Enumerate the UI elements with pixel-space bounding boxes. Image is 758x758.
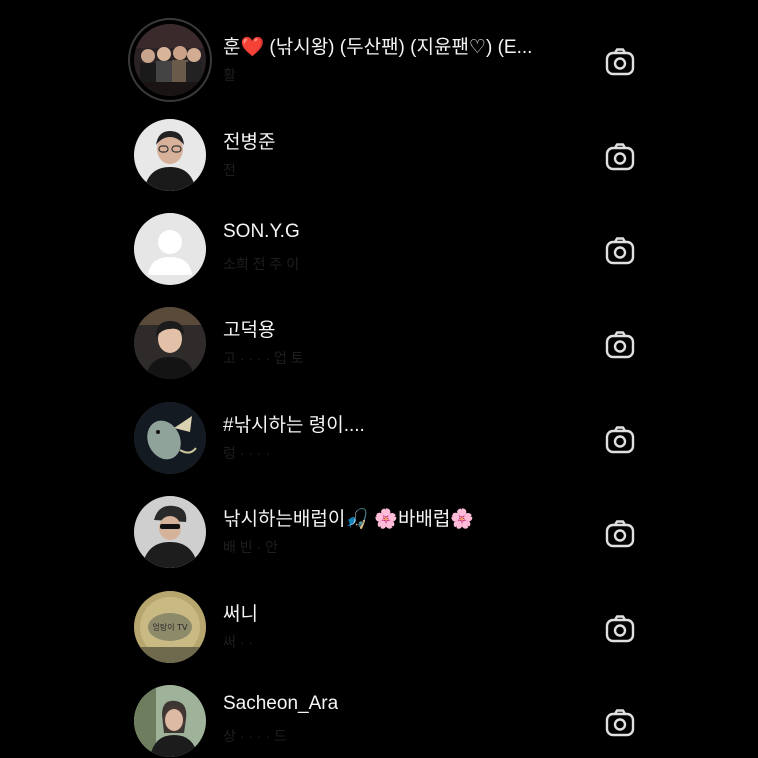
avatar[interactable] bbox=[134, 496, 206, 568]
account-subtitle: 써 · · bbox=[223, 634, 253, 650]
account-subtitle: 전 bbox=[223, 162, 236, 178]
list-item[interactable]: 전병준 전 bbox=[0, 113, 758, 207]
camera-icon[interactable] bbox=[604, 141, 636, 173]
list-item[interactable]: Sacheon_Ara 상 · · · · 드 bbox=[0, 679, 758, 758]
account-subtitle: 렁 · · · · bbox=[223, 445, 271, 461]
account-name: 써니 bbox=[223, 604, 258, 625]
list-item[interactable]: 낚시하는배럽이🎣 🌸바배럽🌸 배 빈 · 안 bbox=[0, 490, 758, 584]
account-name: 훈❤️ (낚시왕) (두산팬) (지윤팬♡) (E... bbox=[223, 37, 533, 58]
avatar[interactable] bbox=[134, 119, 206, 191]
list-item[interactable]: 훈❤️ (낚시왕) (두산팬) (지윤팬♡) (E... 활 bbox=[0, 18, 758, 112]
account-subtitle: 상 · · · · 드 bbox=[223, 728, 287, 744]
account-name: 고덕용 bbox=[223, 320, 276, 341]
account-name: 전병준 bbox=[223, 132, 276, 153]
account-list: 훈❤️ (낚시왕) (두산팬) (지윤팬♡) (E... 활 전병준 전 SON… bbox=[0, 0, 758, 758]
avatar[interactable] bbox=[134, 307, 206, 379]
camera-icon[interactable] bbox=[604, 235, 636, 267]
list-item[interactable]: SON.Y.G 소희 전 주 이 bbox=[0, 207, 758, 301]
camera-icon[interactable] bbox=[604, 46, 636, 78]
list-item[interactable]: 고덕용 고 · · · · 업 토 bbox=[0, 301, 758, 395]
account-name: 낚시하는배럽이🎣 🌸바배럽🌸 bbox=[223, 509, 475, 530]
account-subtitle: 활 bbox=[223, 67, 236, 83]
avatar[interactable]: 엉탕이 TV bbox=[134, 591, 206, 663]
list-item[interactable]: #낚시하는 령이.... 렁 · · · · bbox=[0, 396, 758, 490]
avatar[interactable] bbox=[134, 402, 206, 474]
avatar bbox=[134, 24, 206, 96]
avatar[interactable] bbox=[134, 685, 206, 757]
account-name: Sacheon_Ara bbox=[223, 693, 339, 714]
account-subtitle: 고 · · · · 업 토 bbox=[223, 350, 304, 366]
avatar-story-ring[interactable] bbox=[128, 18, 212, 102]
avatar-badge-text: 엉탕이 TV bbox=[153, 622, 189, 632]
list-item[interactable]: 엉탕이 TV 써니 써 · · bbox=[0, 585, 758, 679]
camera-icon[interactable] bbox=[604, 707, 636, 739]
camera-icon[interactable] bbox=[604, 424, 636, 456]
account-name: SON.Y.G bbox=[223, 221, 300, 242]
camera-icon[interactable] bbox=[604, 613, 636, 645]
account-subtitle: 소희 전 주 이 bbox=[223, 256, 300, 272]
avatar[interactable] bbox=[134, 213, 206, 285]
account-subtitle: 배 빈 · 안 bbox=[223, 539, 278, 555]
account-name: #낚시하는 령이.... bbox=[223, 415, 365, 436]
camera-icon[interactable] bbox=[604, 518, 636, 550]
camera-icon[interactable] bbox=[604, 329, 636, 361]
